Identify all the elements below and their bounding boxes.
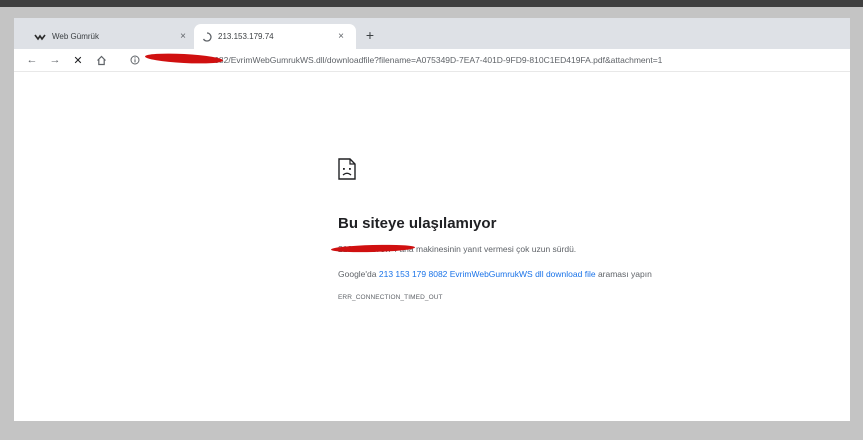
tab-title: 213.153.179.74 — [218, 32, 274, 41]
error-container: Bu siteye ulaşılamıyor 213.153.179.74 an… — [330, 158, 758, 301]
tab-title: Web Gümrük — [52, 32, 99, 41]
error-description-text: ana makinesinin yanıt vermesi çok uzun s… — [397, 244, 577, 254]
search-suggestion: Google'da 213 153 179 8082 EvrimWebGumru… — [338, 269, 758, 279]
browser-window: Web Gümrük × 213.153.179.74 × + ← → ✕ 21… — [14, 18, 850, 421]
error-description: 213.153.179.74 ana makinesinin yanıt ver… — [330, 243, 758, 254]
search-suffix: araması yapın — [595, 269, 652, 279]
google-search-link[interactable]: 213 153 179 8082 EvrimWebGumrukWS dll do… — [379, 269, 596, 279]
web-gumruk-favicon — [34, 33, 46, 41]
search-prefix: Google'da — [338, 269, 379, 279]
tab-strip: Web Gümrük × 213.153.179.74 × + — [14, 18, 850, 49]
tab-active-ip[interactable]: 213.153.179.74 × — [194, 24, 356, 49]
site-info-icon[interactable] — [128, 53, 142, 67]
error-page: Bu siteye ulaşılamıyor 213.153.179.74 an… — [14, 72, 850, 421]
url-path: 082/EvrimWebGumrukWS.dll/downloadfile?fi… — [214, 54, 663, 65]
browser-toolbar: ← → ✕ 213.153.179.74:8 082/EvrimWebGumru… — [14, 49, 850, 72]
home-icon — [96, 55, 106, 65]
address-bar[interactable]: 213.153.179.74:8 082/EvrimWebGumrukWS.dl… — [128, 50, 844, 69]
forward-button[interactable]: → — [47, 52, 63, 68]
error-title: Bu siteye ulaşılamıyor — [338, 215, 497, 232]
stop-button[interactable]: ✕ — [70, 52, 86, 68]
new-tab-button[interactable]: + — [362, 27, 378, 43]
top-frame-bar — [0, 0, 863, 7]
back-button[interactable]: ← — [24, 52, 40, 68]
tab-close-icon[interactable]: × — [334, 31, 348, 42]
sad-page-icon — [338, 158, 356, 180]
home-button[interactable] — [93, 52, 109, 68]
tab-web-gumruk[interactable]: Web Gümrük × — [26, 24, 198, 49]
error-code: ERR_CONNECTION_TIMED_OUT — [338, 294, 443, 301]
loading-spinner-icon — [202, 31, 212, 42]
tab-close-icon[interactable]: × — [176, 31, 190, 42]
